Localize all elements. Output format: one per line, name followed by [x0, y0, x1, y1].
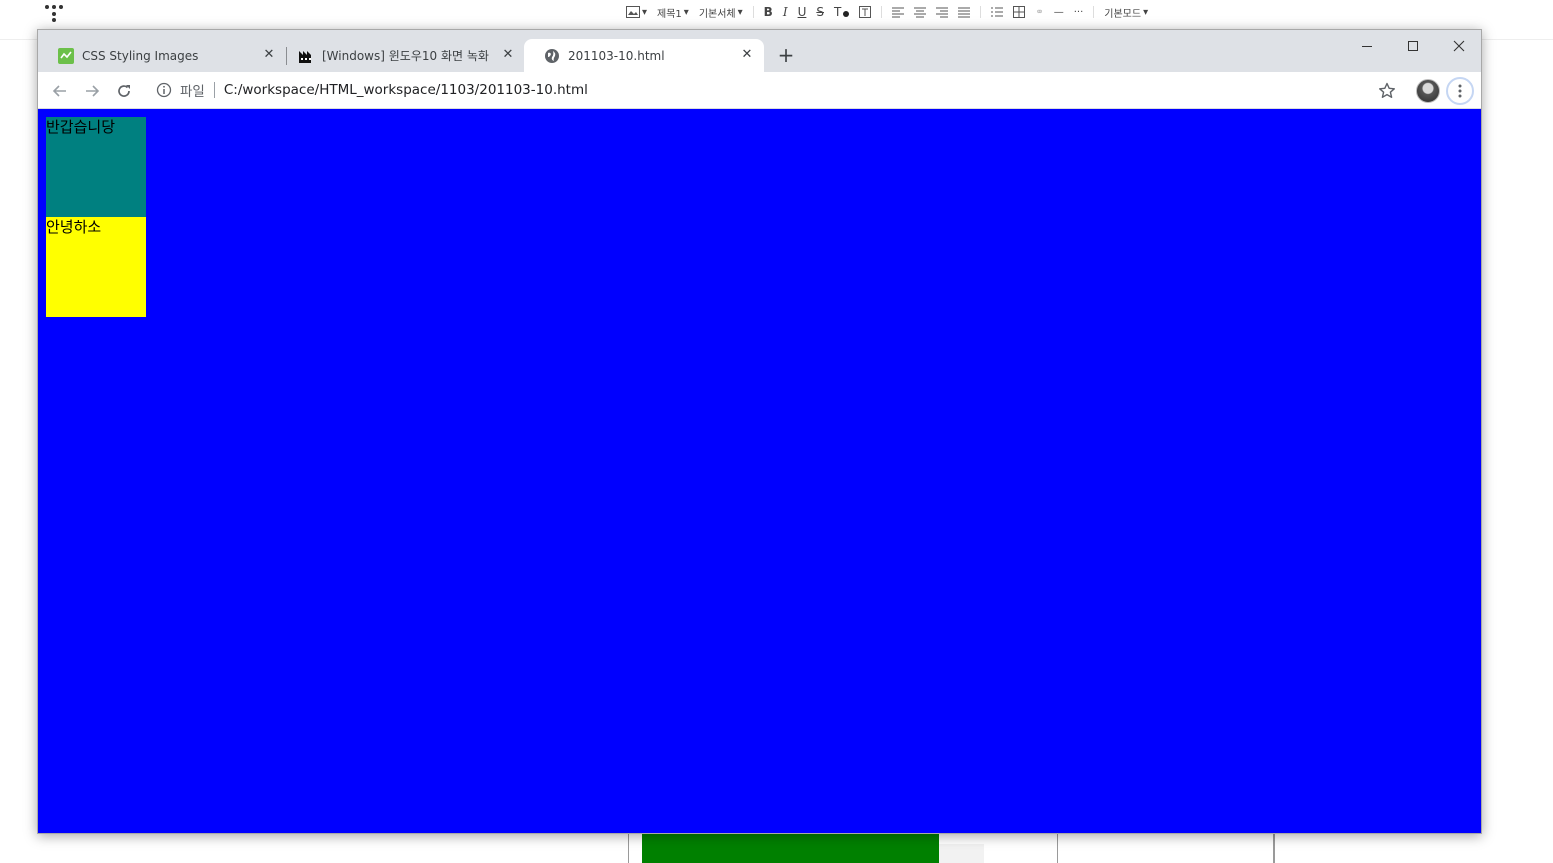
insert-image-icon[interactable]: ▾ [626, 6, 647, 18]
more-icon[interactable]: ··· [1074, 7, 1084, 18]
page-viewport: 반갑습니당 안녕하소 [38, 109, 1481, 833]
underline-icon[interactable]: U [798, 5, 807, 19]
tistory-chart-icon [298, 48, 314, 64]
tab-strip: CSS Styling Images ✕ [Windows] 윈도우10 화면 … [38, 30, 1481, 72]
tab-201103-10[interactable]: 201103-10.html ✕ [524, 39, 764, 72]
info-icon[interactable] [156, 82, 172, 98]
tab-close-icon[interactable]: ✕ [262, 48, 276, 62]
browser-toolbar: 파일 C:/workspace/HTML_workspace/1103/2011… [38, 72, 1481, 109]
italic-icon[interactable]: I [783, 5, 788, 19]
bold-icon[interactable]: B [764, 5, 773, 19]
background-green-block [642, 834, 939, 863]
tab-close-icon[interactable]: ✕ [740, 48, 754, 62]
bookmark-star-icon[interactable] [1377, 81, 1397, 101]
minimize-button[interactable] [1345, 34, 1389, 58]
list-icon[interactable] [991, 7, 1004, 18]
text-color-icon[interactable]: T [834, 5, 850, 19]
forward-icon[interactable] [80, 79, 104, 103]
new-tab-button[interactable]: + [775, 44, 797, 66]
background-page-content [628, 834, 1278, 863]
codepen-green-icon [58, 47, 74, 64]
close-window-button[interactable] [1437, 34, 1481, 58]
align-justify-icon[interactable] [958, 7, 971, 18]
tab-title: CSS Styling Images [82, 48, 199, 63]
align-center-icon[interactable] [914, 7, 927, 18]
link-icon[interactable]: ⚭ [1035, 7, 1043, 18]
tab-title: 201103-10.html [568, 48, 665, 63]
tab-close-icon[interactable]: ✕ [501, 48, 515, 62]
url-scheme-label: 파일 [180, 84, 205, 100]
mode-select[interactable]: 기본모드 ▾ [1104, 5, 1148, 20]
teal-box: 반갑습니당 [46, 117, 146, 217]
url-text[interactable]: C:/workspace/HTML_workspace/1103/201103-… [224, 82, 588, 98]
table-icon[interactable] [1013, 6, 1026, 18]
text-background-icon[interactable] [859, 6, 872, 18]
maximize-button[interactable] [1391, 34, 1435, 58]
tab-title: [Windows] 윈도우10 화면 녹화 [322, 49, 489, 63]
app-logo-icon[interactable] [44, 3, 64, 23]
yellow-box: 안녕하소 [46, 217, 146, 317]
align-right-icon[interactable] [936, 7, 949, 18]
profile-avatar[interactable] [1416, 79, 1440, 103]
tab-css-styling-images[interactable]: CSS Styling Images ✕ [38, 39, 287, 72]
align-left-icon[interactable] [892, 7, 905, 18]
strikethrough-icon[interactable]: S [816, 5, 824, 19]
heading-select[interactable]: 제목1 ▾ [657, 5, 689, 20]
globe-icon [544, 48, 560, 64]
back-icon[interactable] [48, 79, 72, 103]
horizontal-rule-icon[interactable]: — [1054, 7, 1064, 18]
address-bar[interactable]: 파일 C:/workspace/HTML_workspace/1103/2011… [146, 76, 1406, 104]
browser-window: CSS Styling Images ✕ [Windows] 윈도우10 화면 … [37, 29, 1482, 834]
font-select[interactable]: 기본서체 ▾ [699, 5, 743, 20]
reload-icon[interactable] [112, 79, 136, 103]
tab-windows-recording[interactable]: [Windows] 윈도우10 화면 녹화 ✕ [278, 39, 526, 72]
editor-tools: ▾ 제목1 ▾ 기본서체 ▾ B I U S T ⚭ — ··· 기본모드 ▾ [626, 3, 1148, 21]
menu-kebab-icon[interactable] [1446, 77, 1474, 105]
